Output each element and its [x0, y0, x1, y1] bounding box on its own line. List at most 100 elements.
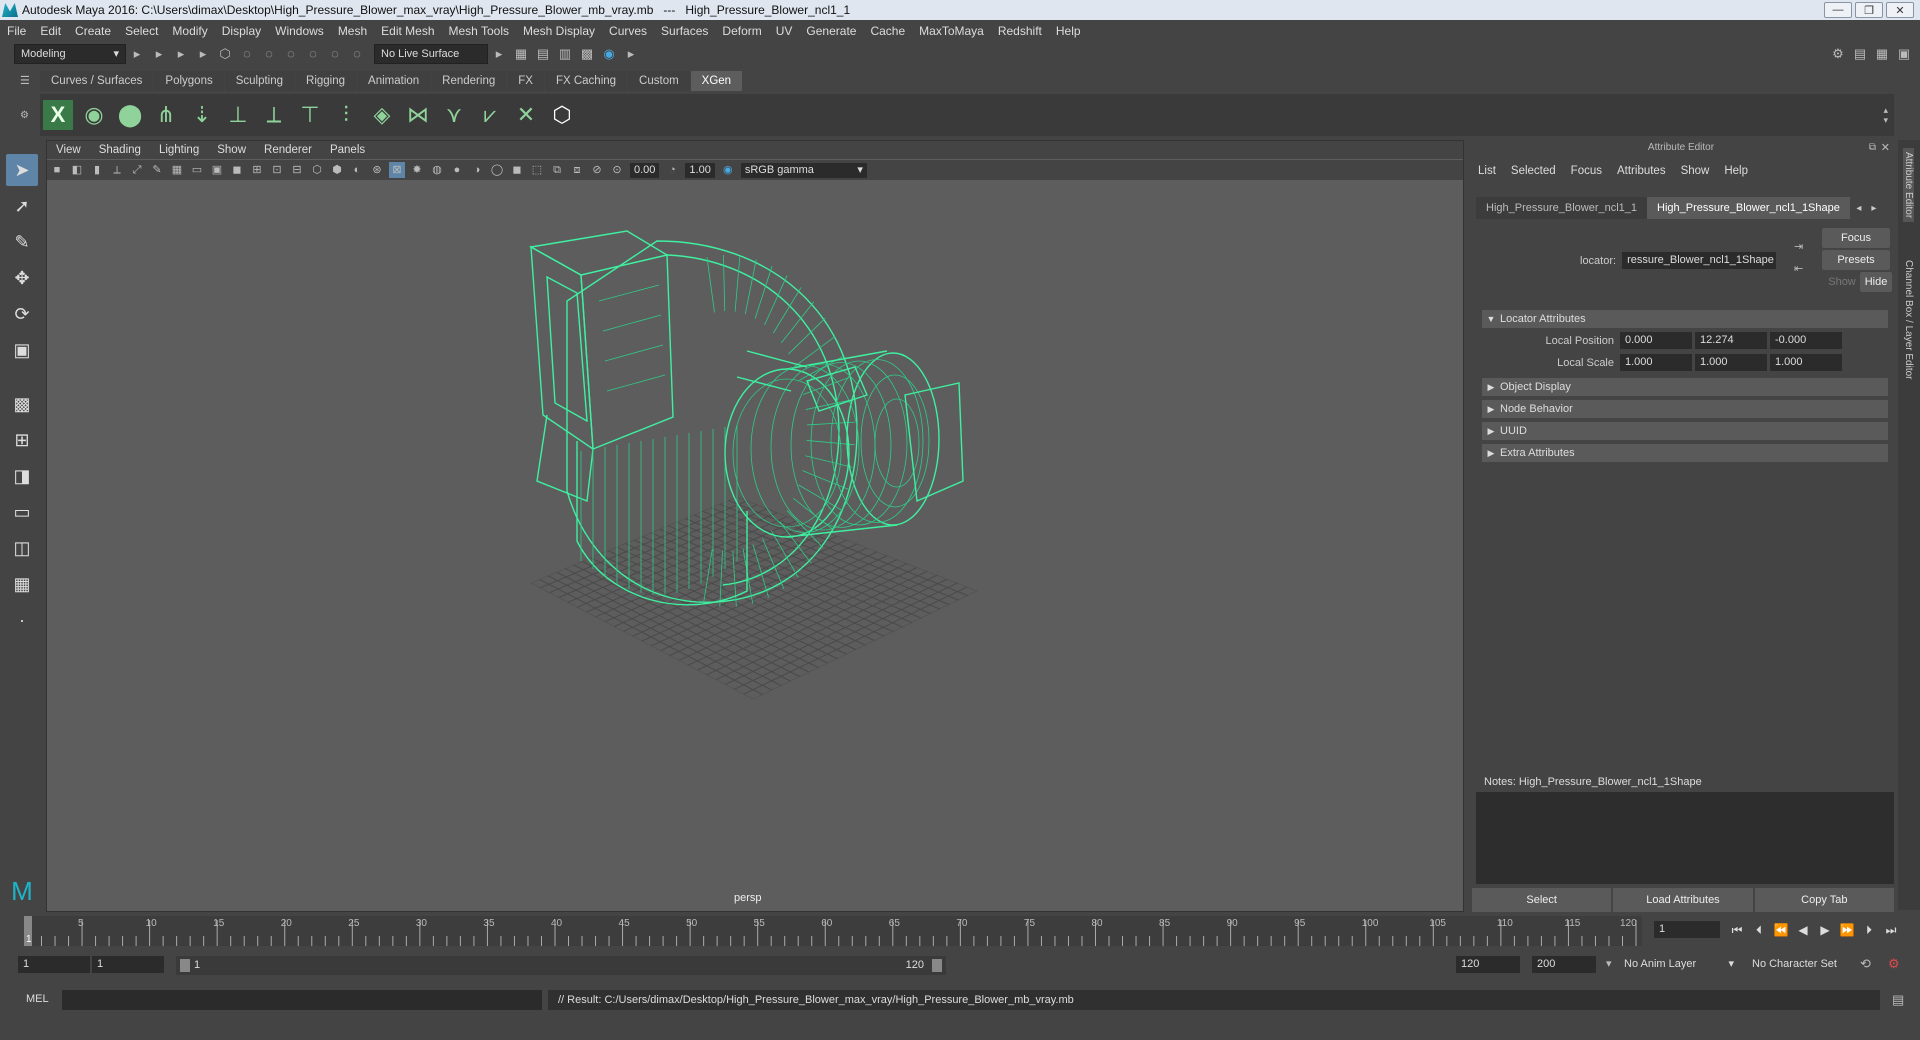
local-position-y[interactable]: 12.274 — [1695, 332, 1767, 349]
script-language-label[interactable]: MEL — [26, 993, 49, 1005]
local-position-x[interactable]: 0.000 — [1620, 332, 1692, 349]
menu-display[interactable]: Display — [215, 24, 268, 38]
viewport-menu-show[interactable]: Show — [208, 144, 255, 156]
ae-menu-attributes[interactable]: Attributes — [1617, 165, 1675, 177]
ipr-render-icon[interactable]: ▤ — [535, 46, 551, 62]
graph-editor-layout-icon[interactable]: ▭ — [6, 496, 38, 528]
select-by-hierarchy-icon[interactable]: ⬡ — [217, 46, 233, 62]
grease-pencil-icon[interactable]: ✎ — [149, 162, 165, 178]
frame-selected-icon[interactable]: ⊘ — [589, 162, 605, 178]
viewport-menu-renderer[interactable]: Renderer — [255, 144, 321, 156]
shelf-tab-fx-caching[interactable]: FX Caching — [544, 71, 628, 91]
step-back-icon[interactable]: ⏴ — [1750, 921, 1768, 939]
tab-scroll-right-icon[interactable]: ▸ — [1868, 203, 1880, 214]
xgen-cut-guides-icon[interactable]: ⋈ — [403, 100, 433, 130]
step-forward-icon[interactable]: ⏵ — [1860, 921, 1878, 939]
save-scene-icon[interactable]: ▸ — [195, 46, 211, 62]
menu-create[interactable]: Create — [68, 24, 118, 38]
snap-surface-icon[interactable]: ◌ — [349, 46, 365, 62]
anti-aliasing-icon[interactable]: ◼ — [509, 162, 525, 178]
exposure-field[interactable]: 0.00 — [630, 162, 660, 178]
gamma-icon[interactable]: ◔ — [664, 162, 680, 178]
render-settings-icon[interactable]: ▥ — [557, 46, 573, 62]
exposure-icon[interactable]: ⊙ — [609, 162, 625, 178]
gate-mask-icon[interactable]: ◼ — [229, 162, 245, 178]
maximize-button[interactable]: ❐ — [1855, 2, 1883, 18]
expand-arrow-icon[interactable]: ▸ — [623, 46, 639, 62]
gamma-field[interactable]: 1.00 — [685, 162, 715, 178]
script-editor-icon[interactable]: ▤ — [1892, 992, 1904, 1008]
snap-grid-icon[interactable]: ◌ — [283, 46, 299, 62]
copy-tab-button[interactable]: Copy Tab — [1754, 888, 1894, 912]
camera-attributes-icon[interactable]: ◧ — [69, 162, 85, 178]
use-all-lights-icon[interactable]: ◍ — [429, 162, 445, 178]
bookmark-icon[interactable]: ▮ — [89, 162, 105, 178]
shelf-tab-fx[interactable]: FX — [507, 71, 544, 91]
xgen-guide-tools-icon[interactable]: ⩗ — [475, 100, 505, 130]
xgen-guide-length-icon[interactable]: ⊥ — [223, 100, 253, 130]
ae-menu-focus[interactable]: Focus — [1571, 165, 1611, 177]
xgen-add-guides-icon[interactable]: ⋔ — [151, 100, 181, 130]
shelf-menu-icon[interactable]: ☰ — [20, 74, 34, 88]
float-panel-icon[interactable]: ⧉ — [1869, 142, 1876, 153]
channel-box-toggle-icon[interactable]: ▣ — [1896, 46, 1912, 62]
wireframe-icon[interactable]: ⬡ — [309, 162, 325, 178]
four-view-layout-icon[interactable]: ⊞ — [6, 424, 38, 456]
collapse-arrow-icon[interactable]: ▸ — [129, 46, 145, 62]
viewport-menu-lighting[interactable]: Lighting — [150, 144, 208, 156]
mode-dropdown[interactable]: Modeling ▾ — [14, 44, 126, 64]
node-tab-shape[interactable]: High_Pressure_Blower_ncl1_1Shape — [1647, 197, 1850, 219]
time-slider[interactable]: 5 10 15 20 25 30 35 40 45 50 55 60 65 70 75 80 85 90 95 100… — [0, 912, 1920, 948]
safe-action-icon[interactable]: ⊡ — [269, 162, 285, 178]
menu-windows[interactable]: Windows — [268, 24, 331, 38]
local-position-z[interactable]: -0.000 — [1770, 332, 1842, 349]
menu-edit-mesh[interactable]: Edit Mesh — [374, 24, 441, 38]
xgen-sculpt-guides-icon[interactable]: ⋎ — [439, 100, 469, 130]
isolate-select-icon[interactable]: ⬚ — [529, 162, 545, 178]
camera-select-icon[interactable]: ■ — [49, 162, 65, 178]
auto-key-icon[interactable]: ⟲ — [1860, 956, 1871, 972]
shelf-scroll-arrows-icon[interactable]: ▴ ▾ — [1883, 105, 1888, 125]
new-scene-icon[interactable]: ▸ — [151, 46, 167, 62]
live-surface-field[interactable]: No Live Surface — [374, 44, 488, 64]
depth-of-field-icon[interactable]: ⧉ — [549, 162, 565, 178]
ae-menu-list[interactable]: List — [1478, 165, 1505, 177]
character-set-dropdown[interactable]: No Character Set — [1752, 956, 1862, 973]
play-forward-icon[interactable]: ▶ — [1816, 921, 1834, 939]
step-forward-key-icon[interactable]: ⏩ — [1838, 921, 1856, 939]
go-to-end-icon[interactable]: ⏭ — [1882, 921, 1900, 939]
menu-edit[interactable]: Edit — [33, 24, 68, 38]
paint-select-tool-icon[interactable]: ✎ — [6, 226, 38, 258]
menu-help[interactable]: Help — [1049, 24, 1088, 38]
menu-mesh[interactable]: Mesh — [331, 24, 374, 38]
default-material-icon[interactable]: ◐ — [349, 162, 365, 178]
grid-toggle-icon[interactable]: ▦ — [169, 162, 185, 178]
shelf-tab-rendering[interactable]: Rendering — [431, 71, 507, 91]
ae-menu-show[interactable]: Show — [1681, 165, 1719, 177]
xray-joints-icon[interactable]: ✸ — [409, 162, 425, 178]
viewport-menu-view[interactable]: View — [47, 144, 90, 156]
select-by-component-icon[interactable]: ◌ — [261, 46, 277, 62]
move-tool-icon[interactable]: ✥ — [6, 262, 38, 294]
local-scale-z[interactable]: 1.000 — [1770, 354, 1842, 371]
viewport-menu-panels[interactable]: Panels — [321, 144, 374, 156]
xgen-delete-guides-icon[interactable]: ✕ — [511, 100, 541, 130]
shelf-tab-curves-surfaces[interactable]: Curves / Surfaces — [40, 71, 154, 91]
select-button[interactable]: Select — [1472, 888, 1612, 912]
safe-title-icon[interactable]: ⊟ — [289, 162, 305, 178]
attribute-editor-toggle-icon[interactable]: ▤ — [1852, 46, 1868, 62]
shadows-icon[interactable]: ● — [449, 162, 465, 178]
range-start-handle[interactable] — [180, 959, 190, 972]
smooth-shade-icon[interactable]: ⬢ — [329, 162, 345, 178]
focus-button[interactable]: Focus — [1822, 228, 1890, 248]
xgen-layer-icon[interactable]: ◈ — [367, 100, 397, 130]
range-slider[interactable]: 1 120 — [176, 956, 946, 975]
shelf-settings-icon[interactable]: ⚙ — [20, 110, 34, 124]
local-scale-y[interactable]: 1.000 — [1695, 354, 1767, 371]
play-backward-icon[interactable]: ◀ — [1794, 921, 1812, 939]
hypershade-icon[interactable]: ▩ — [579, 46, 595, 62]
side-tab-channel-box[interactable]: Channel Box / Layer Editor — [1903, 260, 1914, 380]
playback-end-field[interactable]: 120 — [1456, 956, 1520, 973]
wireframe-on-shaded-icon[interactable]: ⊛ — [369, 162, 385, 178]
notes-textarea[interactable] — [1476, 792, 1894, 884]
